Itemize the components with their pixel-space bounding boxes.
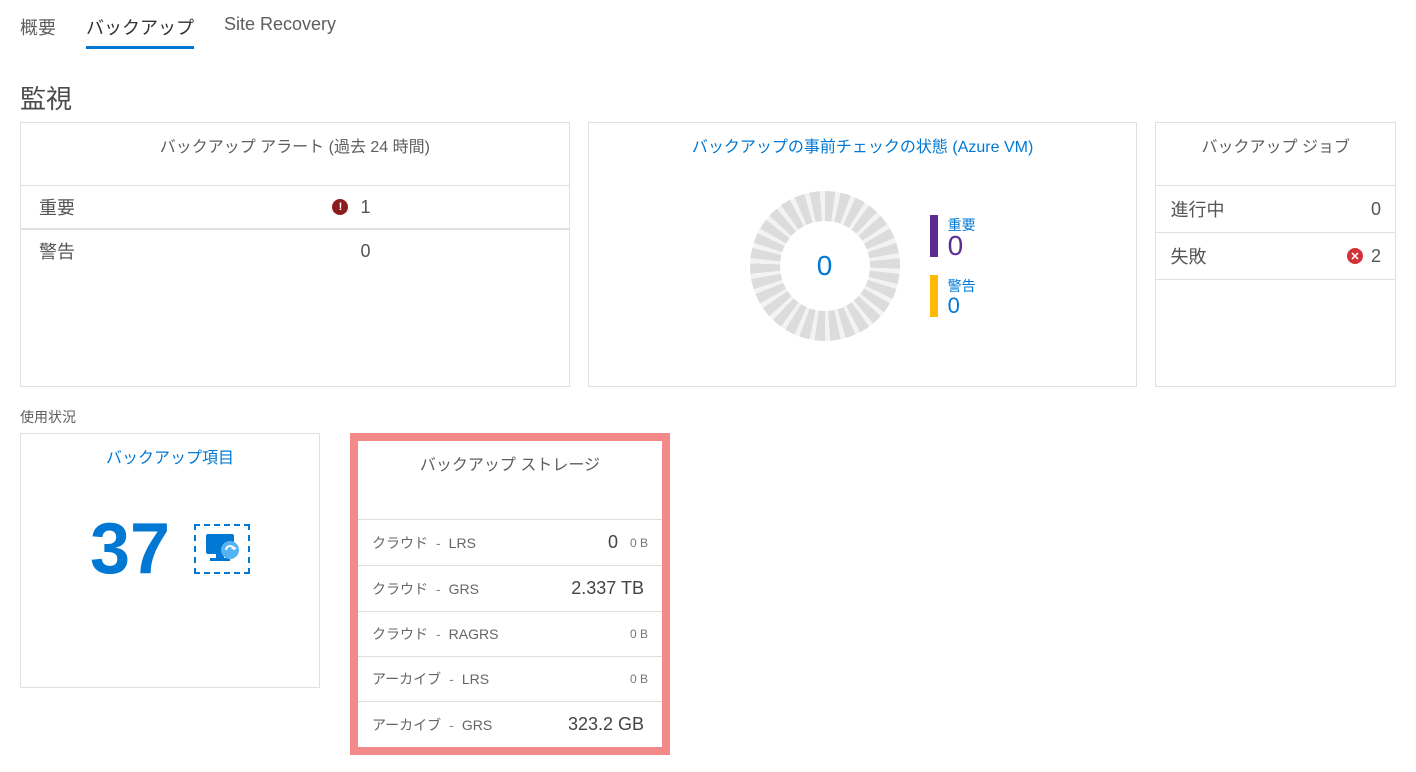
dash: - [436, 581, 441, 597]
backup-jobs-card: バックアップ ジョブ 進行中 0 失敗 ✕ 2 [1155, 122, 1396, 387]
backup-alerts-card: バックアップ アラート (過去 24 時間) 重要 ! 1 警告 0 [20, 122, 570, 387]
monitoring-cards-row: バックアップ アラート (過去 24 時間) 重要 ! 1 警告 0 バックアッ… [20, 122, 1396, 387]
alert-warning-label: 警告 [39, 238, 320, 264]
job-inprogress-label: 進行中 [1170, 196, 1224, 222]
storage-row[interactable]: クラウド-GRS 2.337 TB [358, 566, 662, 612]
legend-warning-value: 0 [948, 296, 976, 316]
backup-alerts-title: バックアップ アラート (過去 24 時間) [21, 123, 569, 185]
job-row-inprogress[interactable]: 進行中 0 [1156, 185, 1395, 233]
dash: - [449, 671, 454, 687]
storage-size-small: 0 B [630, 536, 648, 550]
legend-critical[interactable]: 重要 0 [930, 215, 976, 257]
storage-row[interactable]: アーカイブ-LRS 0 B [358, 657, 662, 702]
error-icon: ✕ [1347, 248, 1363, 264]
tab-overview[interactable]: 概要 [20, 14, 56, 49]
backup-storage-title: バックアップ ストレージ [358, 441, 662, 520]
vm-backup-icon [202, 532, 242, 566]
job-inprogress-count: 0 [1371, 199, 1381, 220]
storage-category: クラウド [372, 533, 428, 553]
storage-category: クラウド [372, 624, 428, 644]
alert-critical-count: 1 [360, 197, 370, 218]
storage-row[interactable]: アーカイブ-GRS 323.2 GB [358, 702, 662, 747]
storage-row[interactable]: クラウド-RAGRS 0 B [358, 612, 662, 657]
job-row-failed[interactable]: 失敗 ✕ 2 [1156, 233, 1395, 280]
dash: - [436, 535, 441, 551]
alert-critical-label: 重要 [39, 194, 320, 220]
backup-items-count: 37 [90, 508, 170, 590]
dash: - [449, 717, 454, 733]
storage-type: GRS [462, 717, 560, 733]
storage-type: LRS [449, 535, 600, 551]
precheck-title[interactable]: バックアップの事前チェックの状態 (Azure VM) [589, 123, 1137, 185]
section-usage-title: 使用状況 [20, 407, 1396, 427]
alert-row-critical[interactable]: 重要 ! 1 [21, 185, 569, 229]
legend-critical-bar [930, 215, 938, 257]
legend-warning[interactable]: 警告 0 [930, 275, 976, 317]
backup-items-title[interactable]: バックアップ項目 [21, 434, 319, 508]
backup-jobs-title: バックアップ ジョブ [1156, 123, 1395, 185]
backup-storage-highlight: バックアップ ストレージ クラウド-LRS00 Bクラウド-GRS2.337 T… [350, 433, 670, 755]
storage-category: クラウド [372, 579, 428, 599]
job-failed-count: 2 [1371, 246, 1381, 267]
tab-bar: 概要 バックアップ Site Recovery [20, 10, 1396, 49]
tab-site-recovery[interactable]: Site Recovery [224, 14, 336, 49]
section-monitoring-title: 監視 [20, 79, 1396, 116]
legend-warning-bar [930, 275, 938, 317]
tab-backup[interactable]: バックアップ [86, 14, 194, 49]
legend-critical-value: 0 [948, 235, 976, 257]
job-failed-label: 失敗 [1170, 243, 1206, 269]
backup-storage-card: バックアップ ストレージ クラウド-LRS00 Bクラウド-GRS2.337 T… [358, 441, 662, 747]
precheck-legend: 重要 0 警告 0 [930, 215, 976, 317]
storage-size-small: 0 B [630, 627, 648, 641]
backup-items-icon-selected[interactable] [194, 524, 250, 574]
backup-items-card: バックアップ項目 37 [20, 433, 320, 688]
storage-size-small: 0 B [630, 672, 648, 686]
precheck-donut-value: 0 [780, 221, 870, 311]
usage-row: バックアップ項目 37 バックアップ ストレージ クラウド-LRS00 Bクラウ… [20, 433, 1396, 755]
alert-warning-count: 0 [360, 241, 370, 262]
storage-category: アーカイブ [372, 669, 441, 689]
storage-size-big: 323.2 GB [568, 714, 644, 735]
dash: - [436, 626, 441, 642]
critical-icon: ! [332, 199, 348, 215]
storage-row[interactable]: クラウド-LRS 0 0 B [358, 520, 662, 566]
storage-type: GRS [449, 581, 564, 597]
storage-size-big: 2.337 TB [571, 578, 644, 599]
storage-category: アーカイブ [372, 715, 441, 735]
alert-row-warning[interactable]: 警告 0 [21, 229, 569, 272]
storage-type: RAGRS [449, 626, 622, 642]
precheck-card: バックアップの事前チェックの状態 (Azure VM) 0 重要 0 警告 [588, 122, 1138, 387]
storage-size-big: 0 [608, 532, 618, 553]
precheck-donut: 0 [750, 191, 900, 341]
storage-type: LRS [462, 671, 622, 687]
